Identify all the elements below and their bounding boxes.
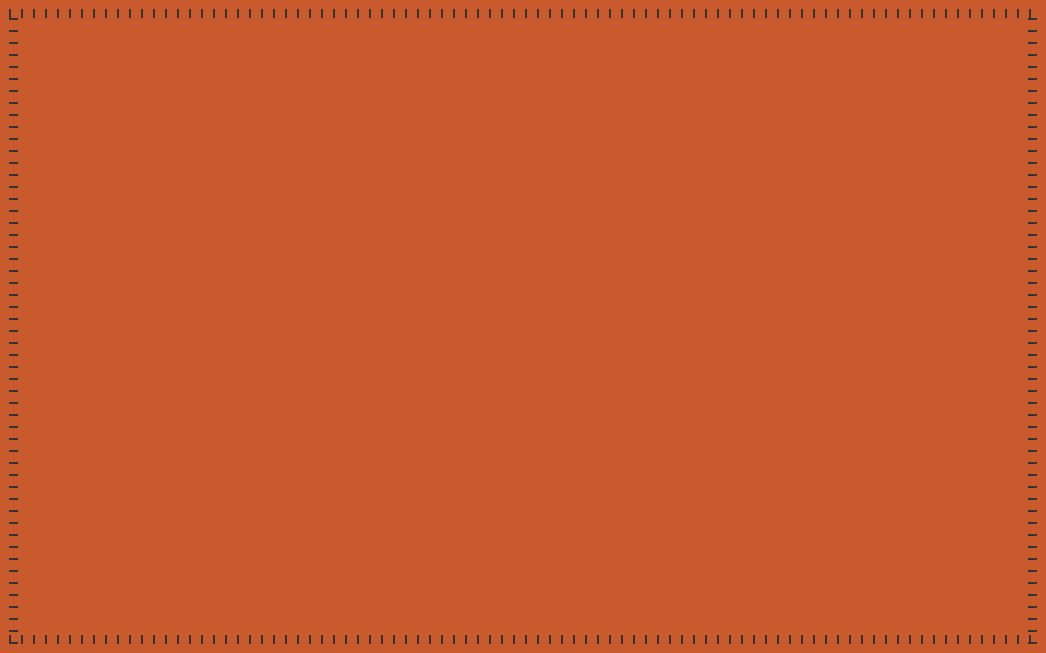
line-number: 15 [307, 179, 356, 202]
code-line[interactable] [387, 409, 1031, 432]
console-output[interactable]: lisi 的bmi为：18.78,为 正常请输入名字:wangermazi请输入… [43, 511, 1031, 638]
code-text-area[interactable]: for i in range(0,5): name = input("请输入名字… [383, 15, 1031, 483]
line-number: 22 [307, 340, 356, 363]
line-number: 16 [307, 202, 356, 225]
soft-wrap-icon[interactable] [21, 557, 37, 573]
arrow-down-icon[interactable] [21, 538, 37, 554]
console-line: 请输入体重:53 [55, 563, 1019, 586]
code-line[interactable]: else: [387, 317, 1031, 340]
left-margin [15, 15, 307, 483]
exit-icon[interactable] [21, 576, 37, 592]
python-icon [211, 489, 227, 505]
line-number: 19 [307, 271, 356, 294]
fold-toggle-icon[interactable]: − [369, 24, 379, 34]
editor-pane: 89101112131415161718192021222324252627 −… [15, 15, 1031, 483]
line-number: 12 [307, 110, 356, 133]
code-line[interactable]: print(name, "的bmi为：%.2f,为 %s" % (bmi, "肥… [387, 294, 1031, 317]
code-line[interactable]: for i in range(0,5): [387, 18, 1031, 41]
fold-gutter: − [367, 15, 383, 483]
code-line[interactable]: if bmi<18.5: [387, 133, 1031, 156]
line-number: 26 [307, 432, 356, 455]
tab-label: 123 [46, 490, 66, 504]
code-line[interactable]: height = float(input("请输入身高:")) [387, 87, 1031, 110]
run-tab[interactable]: 123 [77, 484, 139, 510]
code-line[interactable]: print(name,"的bmi为：%.2f,为 %s" % (bmi,"过轻"… [387, 156, 1031, 179]
console-line: lisi 的bmi为：18.78,为 正常 [55, 517, 1019, 540]
console-line: 请输入身高:1.58 [55, 586, 1019, 609]
code-line[interactable]: elif bmi<=25: [387, 179, 1031, 202]
console-line: 请输入名字:wangermazi [55, 540, 1019, 563]
tab-label: 123 [232, 490, 252, 504]
code-line[interactable] [387, 386, 1031, 409]
line-number: 25 [307, 409, 356, 432]
run-tab[interactable]: 123 [201, 484, 263, 510]
code-line[interactable]: print(name, "的bmi为：%.2f,为 %s" % (bmi, "过… [387, 248, 1031, 271]
console-toolbar [15, 511, 43, 638]
line-number: 18 [307, 248, 356, 271]
line-number: 8 [307, 18, 356, 41]
tab-label: 123 [294, 490, 314, 504]
code-line[interactable]: elif bmi<=32: [387, 271, 1031, 294]
tab-label: 123 [108, 490, 128, 504]
run-tab[interactable]: 123 [139, 484, 201, 510]
code-line[interactable]: bmi = weight/(height*height) [387, 110, 1031, 133]
run-tabs-bar: 123 123 123 123 123 123 [15, 483, 1031, 511]
python-icon [87, 489, 103, 505]
line-number: 11 [307, 87, 356, 110]
python-icon [335, 489, 351, 505]
arrow-up-icon[interactable] [21, 519, 37, 535]
line-number: 10 [307, 64, 356, 87]
line-number: 14 [307, 156, 356, 179]
tab-label: 123 [356, 490, 376, 504]
code-line[interactable] [387, 432, 1031, 455]
code-line[interactable]: name = input("请输入名字:") [387, 41, 1031, 64]
line-number: 9 [307, 41, 356, 64]
line-number: 23 [307, 363, 356, 386]
run-console: lisi 的bmi为：18.78,为 正常请输入名字:wangermazi请输入… [15, 511, 1031, 638]
python-icon [25, 489, 41, 505]
line-number: 21 [307, 317, 356, 340]
line-number: 27 [307, 455, 356, 478]
code-line[interactable]: weight = float(input("请输入体重:")) [387, 64, 1031, 87]
python-icon [273, 489, 289, 505]
code-line[interactable] [387, 363, 1031, 386]
code-editor[interactable]: 89101112131415161718192021222324252627 −… [307, 15, 1031, 483]
run-tab[interactable]: 123 [15, 484, 77, 510]
code-line[interactable]: print(name, "的bmi为：%s,为 %s" % (bmi, "严重肥… [387, 340, 1031, 363]
run-tab[interactable]: 123 [263, 484, 325, 510]
ide-window: 89101112131415161718192021222324252627 −… [14, 14, 1032, 639]
code-line[interactable]: print(name, "的bmi为：%.2f,为 %s" % (bmi, "正… [387, 202, 1031, 225]
line-number: 20 [307, 294, 356, 317]
code-line[interactable]: elif bmi<=28: [387, 225, 1031, 248]
run-tab[interactable]: 123 [325, 484, 387, 510]
line-number: 17 [307, 225, 356, 248]
line-number-gutter: 89101112131415161718192021222324252627 [307, 15, 367, 483]
line-number: 13 [307, 133, 356, 156]
tab-label: 123 [170, 490, 190, 504]
python-icon [149, 489, 165, 505]
line-number: 24 [307, 386, 356, 409]
console-line: wangermazi 的bmi为：21.23,为 正常 [55, 609, 1019, 632]
code-line[interactable] [387, 455, 1031, 478]
